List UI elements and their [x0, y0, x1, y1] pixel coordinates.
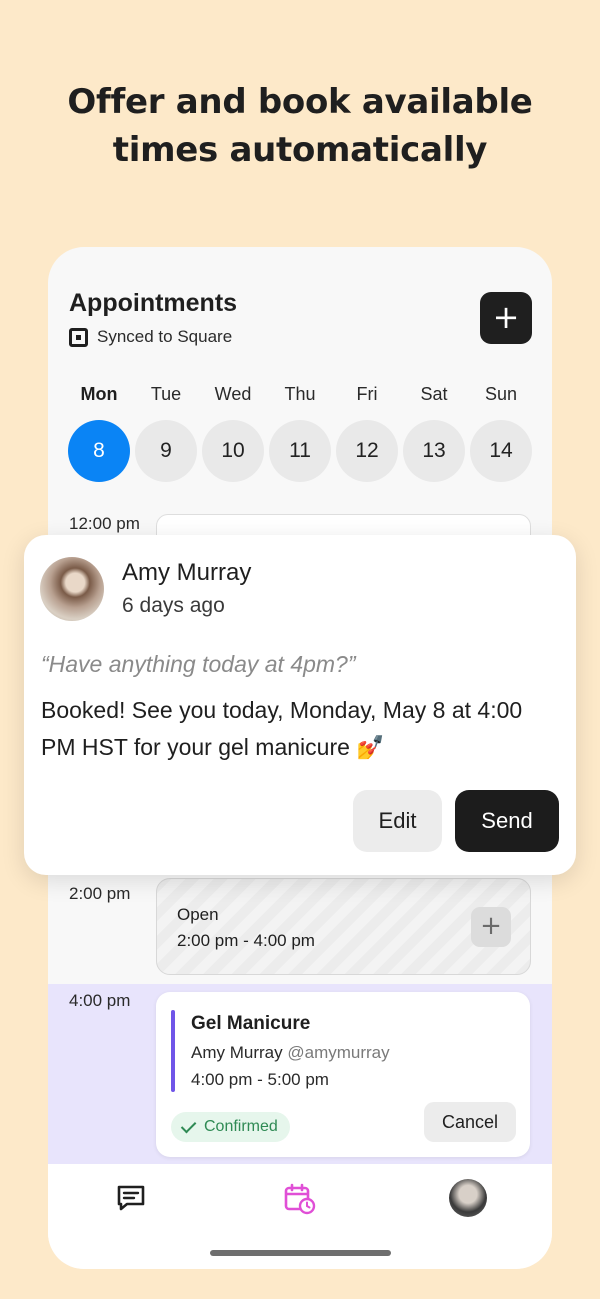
message-suggestion-card: Amy Murray 6 days ago “Have anything tod…	[24, 535, 576, 875]
day-label: Wed	[214, 384, 252, 404]
day-mon[interactable]: Mon 8	[68, 384, 130, 482]
edit-button[interactable]: Edit	[353, 790, 442, 852]
day-tue[interactable]: Tue 9	[135, 384, 197, 482]
home-indicator	[210, 1250, 391, 1256]
square-logo-icon	[69, 327, 88, 347]
time-label-2pm: 2:00 pm	[69, 884, 131, 903]
sync-status: Synced to Square	[69, 327, 232, 347]
cancel-button[interactable]: Cancel	[424, 1102, 516, 1142]
week-strip: Mon 8 Tue 9 Wed 10 Thu 11 Fri 12 Sat 13 …	[68, 384, 532, 482]
page-title: Appointments	[69, 289, 238, 317]
day-thu[interactable]: Thu 11	[269, 384, 331, 482]
date-button[interactable]: 12	[336, 420, 398, 482]
day-label: Tue	[150, 384, 182, 404]
day-label: Thu	[284, 384, 316, 404]
tab-bar	[48, 1164, 552, 1269]
day-label: Sun	[484, 384, 518, 404]
calendar-icon[interactable]	[282, 1181, 316, 1215]
client-name: Amy Murray	[191, 1043, 283, 1062]
date-button[interactable]: 10	[202, 420, 264, 482]
day-fri[interactable]: Fri 12	[336, 384, 398, 482]
headline-line-1: Offer and book available	[67, 82, 533, 122]
reply-text[interactable]: Booked! See you today, Monday, May 8 at …	[41, 692, 561, 766]
date-button[interactable]: 14	[470, 420, 532, 482]
sync-status-text: Synced to Square	[97, 327, 233, 346]
send-button[interactable]: Send	[455, 790, 559, 852]
status-badge: Confirmed	[171, 1112, 290, 1142]
day-sat[interactable]: Sat 13	[403, 384, 465, 482]
appointment-card[interactable]: Gel Manicure Amy Murray @amymurray 4:00 …	[156, 992, 530, 1157]
client-handle: @amymurray	[287, 1043, 390, 1062]
check-icon	[180, 1117, 197, 1134]
profile-avatar[interactable]	[449, 1179, 487, 1217]
day-label: Mon	[80, 384, 118, 404]
booked-slot: 4:00 pm Gel Manicure Amy Murray @amymurr…	[48, 984, 552, 1164]
status-text: Confirmed	[204, 1118, 278, 1135]
day-label: Sat	[420, 384, 448, 404]
open-slot-add-button[interactable]: +	[471, 907, 511, 947]
date-button[interactable]: 13	[403, 420, 465, 482]
service-name: Gel Manicure	[191, 1013, 311, 1034]
date-button[interactable]: 11	[269, 420, 331, 482]
service-time: 4:00 pm - 5:00 pm	[191, 1070, 329, 1089]
client-line: Amy Murray @amymurray	[191, 1043, 390, 1063]
headline-line-2: times automatically	[112, 130, 488, 170]
accent-bar	[171, 1010, 175, 1092]
open-slot[interactable]: Open 2:00 pm - 4:00 pm +	[156, 878, 531, 975]
day-wed[interactable]: Wed 10	[202, 384, 264, 482]
avatar	[40, 557, 104, 621]
messages-icon[interactable]	[114, 1181, 148, 1215]
sender-name: Amy Murray	[122, 559, 252, 586]
date-button[interactable]: 9	[135, 420, 197, 482]
open-slot-range: 2:00 pm - 4:00 pm	[177, 931, 315, 950]
headline: Offer and book available times automatic…	[0, 78, 600, 174]
time-label-4pm: 4:00 pm	[69, 991, 131, 1010]
date-button[interactable]: 8	[68, 420, 130, 482]
day-sun[interactable]: Sun 14	[470, 384, 532, 482]
open-slot-title: Open	[177, 905, 219, 924]
incoming-message: “Have anything today at 4pm?”	[41, 651, 356, 677]
time-label-12pm: 12:00 pm	[69, 514, 140, 533]
day-label: Fri	[356, 384, 378, 404]
add-appointment-button[interactable]: +	[480, 292, 532, 344]
message-time: 6 days ago	[122, 594, 225, 617]
